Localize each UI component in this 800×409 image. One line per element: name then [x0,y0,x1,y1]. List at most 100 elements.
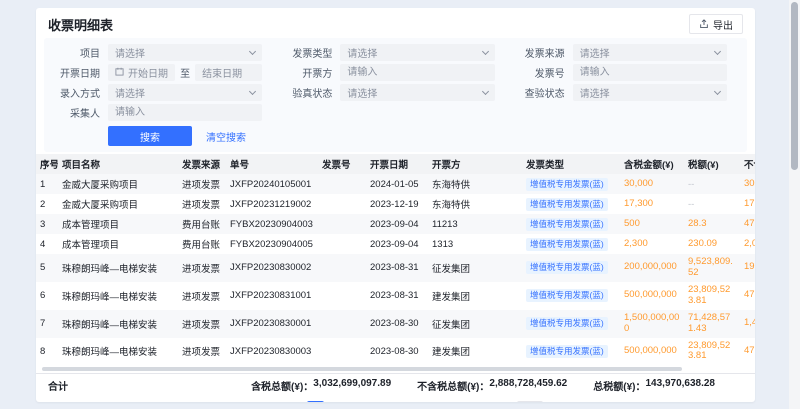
pagination: 共 142 条 ‹ 123456...8 › 前往 页 [36,397,755,402]
summary-total-label: 不含税总额(¥)： [417,378,489,393]
summary-total-item: 总税额(¥)：143,970,638.28 [593,378,715,393]
cell-source: 进项发票 [178,338,226,366]
invoice-type-select[interactable]: 请选择 [340,44,494,61]
cell-date: 2024-01-05 [366,174,428,194]
invoice-detail-card: 收票明细表 导出 项目 请选择 发票类型 请选择 [36,8,755,402]
date-start-input[interactable]: 开始日期 [108,64,175,81]
cell-type: 增值税专用发票(蓝) [522,338,620,366]
verify-status-placeholder: 请选择 [347,85,478,100]
page-jump: 前往 页 [492,401,558,402]
page-number-button[interactable]: 3 [347,401,364,402]
entry-method-placeholder: 请选择 [115,85,246,100]
vertical-scrollbar[interactable] [789,0,800,409]
page-jump-input[interactable] [517,401,543,402]
date-range-picker: 开始日期 至 结束日期 [108,64,262,81]
cell-issuer: 1313 [428,234,522,254]
table-row: 5珠穆朗玛峰—电梯安装进项发票JXFP202308300022023-08-31… [36,254,755,282]
filter-actions: 搜索 清空搜索 [108,126,741,146]
summary-label: 合计 [48,378,68,393]
summary-total-value: 3,032,699,097.89 [313,378,391,393]
table-body: 1金威大厦采购项目进项发票JXFP202401050012024-01-05东海… [36,174,755,365]
cell-project: 金威大厦采购项目 [58,174,178,194]
clear-search-button[interactable]: 清空搜索 [206,129,246,144]
column-header: 序号 [36,154,58,174]
invoice-type-badge: 增值税专用发票(蓝) [526,345,608,358]
next-page-button[interactable]: › [463,401,479,402]
table-row: 4成本管理项目费用台账FYBX202309040052023-09-041313… [36,234,755,254]
cell-type: 增值税专用发票(蓝) [522,174,620,194]
column-header: 项目名称 [58,154,178,174]
cell-issuer: 征发集团 [428,310,522,338]
horizontal-scrollbar[interactable] [40,366,751,372]
date-end-placeholder: 结束日期 [202,65,255,80]
verify-status-select[interactable]: 请选择 [340,84,494,101]
horizontal-scrollbar-thumb[interactable] [42,367,682,371]
search-button[interactable]: 搜索 [108,126,192,146]
cell-no: 1 [36,174,58,194]
filter-field-collector: 采集人 [44,104,262,121]
cell-source: 进项发票 [178,282,226,310]
cell-tax: 23,809,523.81 [684,282,740,310]
cell-issuer: 建发集团 [428,282,522,310]
cell-net: 476,190,476.19 [740,338,755,366]
cell-type: 增值税专用发票(蓝) [522,194,620,214]
invoice-no-input[interactable] [573,64,727,81]
cell-project: 成本管理项目 [58,234,178,254]
cell-net: 2,069.91 [740,234,755,254]
invoice-type-badge: 增值税专用发票(蓝) [526,198,608,211]
cell-project: 金威大厦采购项目 [58,194,178,214]
invoice-source-select[interactable]: 请选择 [573,44,727,61]
prev-page-button[interactable]: ‹ [288,401,304,402]
cell-date: 2023-08-30 [366,338,428,366]
chevron-down-icon [482,48,489,55]
cell-amount: 30,000 [620,174,684,194]
summary-total-label: 含税总额(¥)： [251,378,313,393]
page-number-button[interactable]: 5 [387,401,404,402]
invoice-source-placeholder: 请选择 [580,45,711,60]
check-status-select[interactable]: 请选择 [573,84,727,101]
page-number-button[interactable]: 2 [327,401,344,402]
entry-method-select[interactable]: 请选择 [108,84,262,101]
invoice-type-badge: 增值税专用发票(蓝) [526,261,608,274]
cell-date: 2023-08-31 [366,254,428,282]
vertical-scrollbar-thumb[interactable] [791,2,798,170]
project-select[interactable]: 请选择 [108,44,262,61]
cell-project: 珠穆朗玛峰—电梯安装 [58,310,178,338]
cell-invoice_no [318,282,366,310]
cell-amount: 200,000,000 [620,254,684,282]
date-end-input[interactable]: 结束日期 [195,64,262,81]
chevron-down-icon [249,88,256,95]
invoice-source-label: 发票来源 [509,45,565,60]
cell-order_no: JXFP20230830003 [226,338,318,366]
cell-order_no: JXFP20231219002 [226,194,318,214]
invoice-type-placeholder: 请选择 [347,45,478,60]
summary-total-label: 总税额(¥)： [593,378,645,393]
cell-invoice_no [318,310,366,338]
filter-field-check-status: 查验状态 请选择 [509,84,727,101]
cell-source: 费用台账 [178,234,226,254]
cell-tax: -- [684,174,740,194]
page-number-button[interactable]: 1 [307,401,324,402]
cell-no: 6 [36,282,58,310]
collector-input[interactable] [108,104,262,121]
export-button[interactable]: 导出 [689,14,743,34]
column-header: 单号 [226,154,318,174]
issuer-input[interactable] [340,64,494,81]
filter-panel: 项目 请选择 发票类型 请选择 发票来源 请选择 [44,38,747,152]
cell-source: 进项发票 [178,254,226,282]
invoice-type-badge: 增值税专用发票(蓝) [526,218,608,231]
table-row: 8珠穆朗玛峰—电梯安装进项发票JXFP202308300032023-08-30… [36,338,755,366]
page-number-button[interactable]: 4 [367,401,384,402]
verify-status-label: 验真状态 [276,85,332,100]
page-number-button[interactable]: 8 [443,401,460,402]
cell-date: 2023-09-04 [366,234,428,254]
cell-source: 费用台账 [178,214,226,234]
chevron-down-icon [482,88,489,95]
chevron-down-icon [249,48,256,55]
invoice-table: 序号项目名称发票来源单号发票号开票日期开票方发票类型含税金额(¥)税额(¥)不含… [36,154,755,365]
cell-date: 2023-09-04 [366,214,428,234]
cell-order_no: JXFP20240105001 [226,174,318,194]
page-number-button[interactable]: 6 [407,401,424,402]
cell-order_no: JXFP20230831001 [226,282,318,310]
cell-invoice_no [318,338,366,366]
